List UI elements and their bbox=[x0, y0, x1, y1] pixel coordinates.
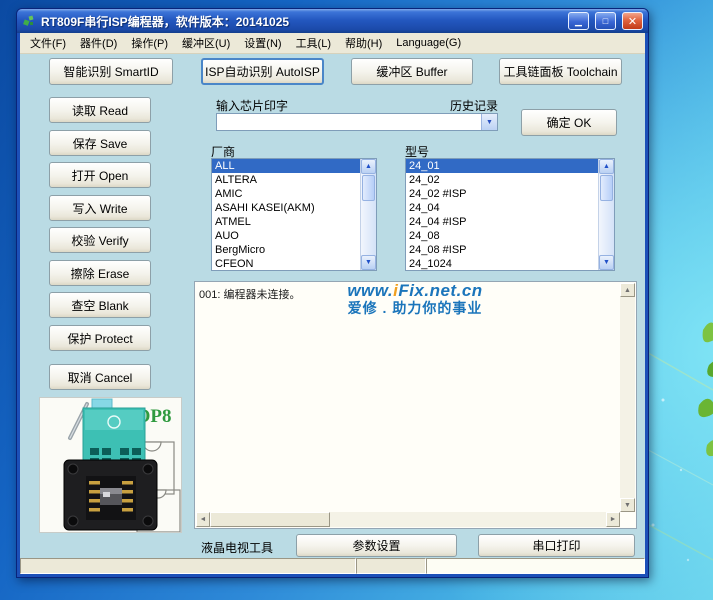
scroll-down-icon: ▼ bbox=[365, 259, 372, 266]
scroll-thumb[interactable] bbox=[362, 175, 375, 201]
param-settings-button[interactable]: 参数设置 bbox=[296, 534, 457, 557]
list-item[interactable]: 24_02 #ISP bbox=[406, 187, 598, 201]
buffer-button[interactable]: 缓冲区 Buffer bbox=[351, 58, 473, 85]
list-item[interactable]: ASAHI KASEI(AKM) bbox=[212, 201, 360, 215]
app-icon bbox=[22, 14, 37, 29]
manufacturer-scrollbar[interactable]: ▲ ▼ bbox=[360, 159, 376, 270]
toolchain-button[interactable]: 工具链面板 Toolchain bbox=[499, 58, 622, 85]
close-icon: ✕ bbox=[628, 15, 637, 28]
chip-input-label: 输入芯片印字 bbox=[216, 97, 288, 114]
lcd-tools-label: 液晶电视工具 bbox=[201, 539, 273, 556]
maximize-button[interactable]: □ bbox=[595, 12, 616, 30]
scroll-thumb[interactable] bbox=[210, 512, 330, 527]
menu-item-buffer[interactable]: 缓冲区(U) bbox=[175, 32, 237, 54]
status-segment bbox=[356, 558, 426, 574]
model-list: 24_0124_0224_02 #ISP24_0424_04 #ISP24_08… bbox=[406, 159, 598, 270]
status-segment bbox=[426, 558, 645, 574]
titlebar[interactable]: RT809F串行ISP编程器，软件版本：20141025 ▁ □ ✕ bbox=[17, 9, 648, 33]
menu-item-operation[interactable]: 操作(P) bbox=[124, 32, 175, 54]
minimize-icon: ▁ bbox=[575, 16, 582, 27]
status-segment bbox=[20, 558, 356, 574]
scroll-left-icon: ◄ bbox=[200, 516, 207, 523]
list-item[interactable]: BergMicro bbox=[212, 243, 360, 257]
verify-button[interactable]: 校验 Verify bbox=[49, 227, 151, 253]
menu-item-file[interactable]: 文件(F) bbox=[23, 32, 73, 54]
history-label: 历史记录 bbox=[450, 97, 498, 114]
scroll-right-button[interactable]: ► bbox=[606, 512, 620, 527]
scroll-thumb[interactable] bbox=[600, 175, 613, 201]
list-item[interactable]: 24_04 #ISP bbox=[406, 215, 598, 229]
manufacturer-list: ALLALTERAAMICASAHI KASEI(AKM)ATMELAUOBer… bbox=[212, 159, 360, 270]
list-item[interactable]: AMIC bbox=[212, 187, 360, 201]
window-title: RT809F串行ISP编程器，软件版本：20141025 bbox=[41, 13, 562, 30]
list-item[interactable]: 24_08 bbox=[406, 229, 598, 243]
scroll-up-button[interactable]: ▲ bbox=[599, 159, 614, 174]
list-item[interactable]: CFEON bbox=[212, 257, 360, 270]
maximize-icon: □ bbox=[603, 16, 608, 26]
menu-item-settings[interactable]: 设置(N) bbox=[237, 32, 288, 54]
sop8-adapter-drawing: SOP8 bbox=[40, 398, 181, 532]
app-window: RT809F串行ISP编程器，软件版本：20141025 ▁ □ ✕ 文件(F)… bbox=[16, 8, 649, 578]
model-listbox[interactable]: 24_0124_0224_02 #ISP24_0424_04 #ISP24_08… bbox=[405, 158, 615, 271]
open-button[interactable]: 打开 Open bbox=[49, 162, 151, 188]
window-frame: 文件(F) 器件(D) 操作(P) 缓冲区(U) 设置(N) 工具(L) 帮助(… bbox=[20, 33, 645, 574]
log-line: 001: 编程器未连接。 bbox=[199, 286, 300, 302]
list-item[interactable]: 24_01 bbox=[406, 159, 598, 173]
protect-button[interactable]: 保护 Protect bbox=[49, 325, 151, 351]
scroll-up-icon: ▲ bbox=[603, 163, 610, 170]
list-item[interactable]: 24_04 bbox=[406, 201, 598, 215]
scroll-down-button[interactable]: ▼ bbox=[620, 498, 635, 512]
chevron-down-icon: ▼ bbox=[486, 119, 493, 126]
read-button[interactable]: 读取 Read bbox=[49, 97, 151, 123]
watermark-slogan: 爱修 . 助力你的事业 bbox=[305, 301, 525, 316]
minimize-button[interactable]: ▁ bbox=[568, 12, 589, 30]
menu-item-device[interactable]: 器件(D) bbox=[73, 32, 124, 54]
write-button[interactable]: 写入 Write bbox=[49, 195, 151, 221]
menu-item-tools[interactable]: 工具(L) bbox=[289, 32, 338, 54]
save-button[interactable]: 保存 Save bbox=[49, 130, 151, 156]
erase-button[interactable]: 擦除 Erase bbox=[49, 260, 151, 286]
list-item[interactable]: ALTERA bbox=[212, 173, 360, 187]
close-button[interactable]: ✕ bbox=[622, 12, 643, 30]
scroll-up-button[interactable]: ▲ bbox=[361, 159, 376, 174]
scroll-left-button[interactable]: ◄ bbox=[196, 512, 210, 527]
list-item[interactable]: 24_1024 bbox=[406, 257, 598, 270]
log-output-area: 001: 编程器未连接。 www.iFix.net.cn 爱修 . 助力你的事业… bbox=[194, 281, 637, 529]
watermark-url: www.iFix.net.cn bbox=[305, 282, 525, 301]
auto-isp-button[interactable]: ISP自动识别 AutoISP bbox=[201, 58, 324, 85]
sop8-adapter-image: SOP8 bbox=[39, 397, 182, 533]
list-item[interactable]: ATMEL bbox=[212, 215, 360, 229]
scroll-up-button[interactable]: ▲ bbox=[620, 283, 635, 297]
desktop-background: RT809F串行ISP编程器，软件版本：20141025 ▁ □ ✕ 文件(F)… bbox=[0, 0, 713, 600]
log-horizontal-scrollbar[interactable]: ◄ ► bbox=[196, 512, 620, 527]
scroll-down-button[interactable]: ▼ bbox=[361, 255, 376, 270]
client-area: 智能识别 SmartID ISP自动识别 AutoISP 缓冲区 Buffer … bbox=[20, 54, 645, 574]
scroll-up-icon: ▲ bbox=[624, 287, 631, 294]
menu-item-language[interactable]: Language(G) bbox=[389, 34, 468, 52]
scroll-down-icon: ▼ bbox=[603, 259, 610, 266]
serial-print-button[interactable]: 串口打印 bbox=[478, 534, 635, 557]
list-item[interactable]: AUO bbox=[212, 229, 360, 243]
manufacturer-listbox[interactable]: ALLALTERAAMICASAHI KASEI(AKM)ATMELAUOBer… bbox=[211, 158, 377, 271]
combo-dropdown-button[interactable]: ▼ bbox=[481, 114, 497, 130]
scroll-up-icon: ▲ bbox=[365, 163, 372, 170]
scroll-down-button[interactable]: ▼ bbox=[599, 255, 614, 270]
chip-history-combobox[interactable]: ▼ bbox=[216, 113, 498, 131]
list-item[interactable]: 24_02 bbox=[406, 173, 598, 187]
log-vertical-scrollbar[interactable]: ▲ ▼ bbox=[620, 283, 635, 512]
list-item[interactable]: ALL bbox=[212, 159, 360, 173]
scroll-right-icon: ► bbox=[610, 516, 617, 523]
cancel-button[interactable]: 取消 Cancel bbox=[49, 364, 151, 390]
blank-button[interactable]: 查空 Blank bbox=[49, 292, 151, 318]
menu-item-help[interactable]: 帮助(H) bbox=[338, 32, 389, 54]
status-bar bbox=[20, 558, 645, 574]
smart-id-button[interactable]: 智能识别 SmartID bbox=[49, 58, 173, 85]
watermark: www.iFix.net.cn 爱修 . 助力你的事业 bbox=[305, 282, 525, 316]
scroll-down-icon: ▼ bbox=[624, 502, 631, 509]
list-item[interactable]: 24_08 #ISP bbox=[406, 243, 598, 257]
ok-button[interactable]: 确定 OK bbox=[521, 109, 617, 136]
model-scrollbar[interactable]: ▲ ▼ bbox=[598, 159, 614, 270]
menubar: 文件(F) 器件(D) 操作(P) 缓冲区(U) 设置(N) 工具(L) 帮助(… bbox=[20, 33, 645, 54]
